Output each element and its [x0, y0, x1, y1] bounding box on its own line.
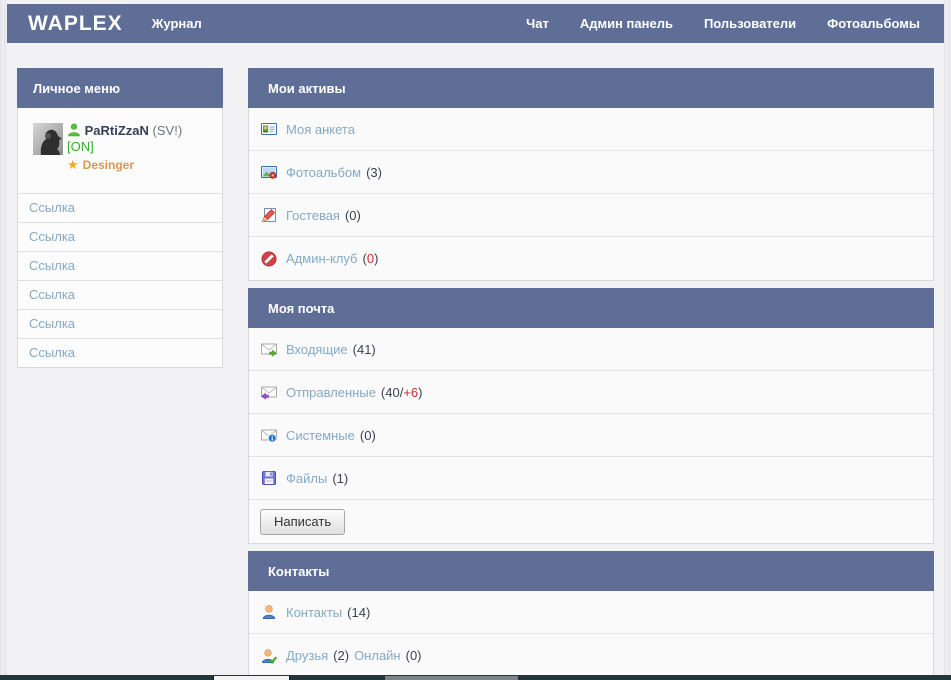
- mail-system-icon: [261, 427, 277, 443]
- contacts-rows: Контакты (14) Друзья (2) Онлайн: [248, 591, 934, 678]
- user-panel: PaRtiZzaN (SV!) [ON] ★ Desinger: [18, 108, 222, 194]
- mail-header: Моя почта: [248, 288, 934, 328]
- friends-online-link[interactable]: Онлайн: [354, 648, 401, 663]
- section-mail: Моя почта Входящие (41): [248, 288, 934, 544]
- nav-item-admin-panel[interactable]: Админ панель: [580, 16, 673, 31]
- mail-incoming-icon: [261, 341, 277, 357]
- files-count: (1): [332, 471, 348, 486]
- row-contacts: Контакты (14): [249, 591, 933, 634]
- sidebar-link-3[interactable]: Ссылка: [29, 258, 75, 273]
- photoalbum-link[interactable]: Фотоальбом: [286, 165, 361, 180]
- guestbook-icon: [261, 207, 277, 223]
- sidebar: Личное меню: [17, 68, 223, 368]
- user-role: Desinger: [83, 158, 134, 172]
- section-contacts: Контакты Контакты (14): [248, 551, 934, 678]
- nav-item-photoalbums[interactable]: Фотоальбомы: [827, 16, 920, 31]
- nav-item-users[interactable]: Пользователи: [704, 16, 796, 31]
- my-profile-link[interactable]: Моя анкета: [286, 122, 355, 137]
- main-column: Мои активы: [248, 68, 934, 680]
- contacts-header-label: Контакты: [268, 564, 329, 579]
- row-files: Файлы (1): [249, 457, 933, 500]
- guestbook-link[interactable]: Гостевая: [286, 208, 340, 223]
- photo-album-icon: [261, 164, 277, 180]
- user-name-line: PaRtiZzaN (SV!): [67, 123, 182, 139]
- brand-logo[interactable]: WAPLEX: [28, 12, 123, 36]
- guestbook-count: (0): [345, 208, 361, 223]
- star-icon: ★: [67, 157, 79, 172]
- sent-link[interactable]: Отправленные: [286, 385, 376, 400]
- block-icon: [261, 251, 277, 267]
- sidebar-link-5[interactable]: Ссылка: [29, 316, 75, 331]
- row-system-mail: Системные (0): [249, 414, 933, 457]
- user-avatar[interactable]: [33, 123, 63, 155]
- section-assets: Мои активы: [248, 68, 934, 281]
- taskbar-strip: [0, 675, 951, 680]
- assets-header: Мои активы: [248, 68, 934, 108]
- online-person-icon: [67, 123, 81, 137]
- mail-sent-icon: [261, 384, 277, 400]
- sidebar-header: Личное меню: [17, 68, 223, 108]
- nav-item-chat[interactable]: Чат: [526, 16, 549, 31]
- row-guestbook: Гостевая (0): [249, 194, 933, 237]
- compose-button[interactable]: Написать: [260, 509, 345, 535]
- photoalbum-count: (3): [366, 165, 382, 180]
- sent-count-open: (40/: [381, 385, 403, 400]
- taskbar-item-gray[interactable]: [385, 676, 518, 680]
- user-online-status: [ON]: [67, 139, 182, 155]
- row-sent: Отправленные (40/+6): [249, 371, 933, 414]
- row-inbox: Входящие (41): [249, 328, 933, 371]
- friends-online-count: (0): [406, 648, 422, 663]
- sent-count-alert: +6: [403, 385, 418, 400]
- inbox-count: (41): [353, 342, 376, 357]
- contacts-header: Контакты: [248, 551, 934, 591]
- admin-club-count-alert: 0: [367, 251, 374, 266]
- vcard-icon: [261, 121, 277, 137]
- row-admin-club: Админ-клуб (0): [249, 237, 933, 280]
- friends-icon: [261, 648, 277, 664]
- system-mail-link[interactable]: Системные: [286, 428, 355, 443]
- row-my-profile: Моя анкета: [249, 108, 933, 151]
- admin-club-count-close: ): [374, 251, 378, 266]
- friends-link[interactable]: Друзья: [286, 648, 328, 663]
- user-info: PaRtiZzaN (SV!) [ON] ★ Desinger: [67, 123, 182, 179]
- user-role-line: ★ Desinger: [67, 157, 182, 173]
- admin-club-link[interactable]: Админ-клуб: [286, 251, 357, 266]
- content-area: Личное меню: [7, 43, 944, 680]
- row-friends: Друзья (2) Онлайн (0): [249, 634, 933, 677]
- browser-viewport: WAPLEX Журнал Чат Админ панель Пользоват…: [0, 0, 951, 680]
- contact-icon: [261, 604, 277, 620]
- files-link[interactable]: Файлы: [286, 471, 327, 486]
- friends-count: (2): [333, 648, 349, 663]
- sidebar-link-6[interactable]: Ссылка: [29, 345, 75, 360]
- top-navbar: WAPLEX Журнал Чат Админ панель Пользоват…: [7, 4, 944, 43]
- inbox-link[interactable]: Входящие: [286, 342, 348, 357]
- assets-rows: Моя анкета Фотоальбом (3): [248, 108, 934, 281]
- sidebar-link-2[interactable]: Ссылка: [29, 229, 75, 244]
- page: WAPLEX Журнал Чат Админ панель Пользоват…: [7, 0, 944, 680]
- contacts-link[interactable]: Контакты: [286, 605, 342, 620]
- compose-row: Написать: [249, 500, 933, 543]
- assets-header-label: Мои активы: [268, 81, 346, 96]
- sidebar-body: PaRtiZzaN (SV!) [ON] ★ Desinger Ссылка Сс…: [17, 108, 223, 368]
- nav-item-journal[interactable]: Журнал: [152, 16, 202, 31]
- mail-header-label: Моя почта: [268, 301, 334, 316]
- sidebar-link-1[interactable]: Ссылка: [29, 200, 75, 215]
- files-icon: [261, 470, 277, 486]
- user-name[interactable]: PaRtiZzaN: [85, 123, 149, 138]
- contacts-count: (14): [347, 605, 370, 620]
- taskbar-item-light[interactable]: [213, 676, 290, 680]
- sidebar-header-label: Личное меню: [33, 81, 120, 96]
- system-mail-count: (0): [360, 428, 376, 443]
- sent-count-close: ): [418, 385, 422, 400]
- row-photoalbum: Фотоальбом (3): [249, 151, 933, 194]
- sidebar-link-4[interactable]: Ссылка: [29, 287, 75, 302]
- user-clan-tag: (SV!): [153, 123, 183, 138]
- mail-rows: Входящие (41) Отправленные (40/+6): [248, 328, 934, 544]
